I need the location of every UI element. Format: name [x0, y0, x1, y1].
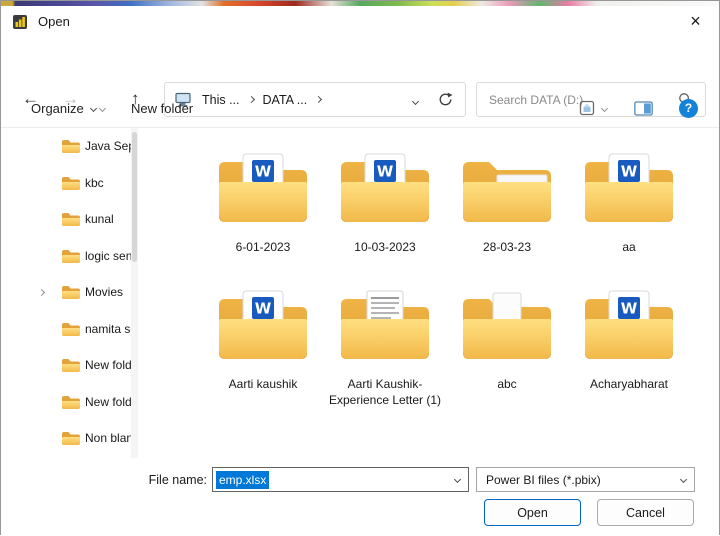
dialog-footer: File name: emp.xlsx Power BI files (*.pb…: [1, 458, 719, 536]
file-name-input[interactable]: emp.xlsx: [212, 467, 469, 492]
file-list: 6-01-2023 10-03-2023 28-03-23 aa Aarti k…: [138, 128, 711, 458]
file-tile-28-03-23[interactable]: 28-03-23: [446, 150, 568, 287]
new-folder-label: New folder: [131, 101, 193, 116]
cancel-button[interactable]: Cancel: [597, 499, 694, 526]
folder-icon: [459, 287, 555, 367]
command-toolbar: Organize New folder ?: [1, 89, 719, 128]
folder-icon: [61, 321, 81, 337]
folder-icon: [61, 357, 81, 373]
folder-icon: [337, 287, 433, 367]
chevron-down-icon: [90, 104, 97, 111]
folder-icon: [61, 138, 81, 154]
thumbnail-view-icon: [579, 100, 595, 116]
chevron-down-icon: [453, 476, 460, 483]
folder-icon: [61, 175, 81, 191]
open-button[interactable]: Open: [484, 499, 581, 526]
help-button[interactable]: ?: [679, 89, 698, 127]
app-icon: [12, 14, 28, 30]
folder-icon: [61, 394, 81, 410]
expand-chevron-icon[interactable]: [38, 289, 45, 296]
file-type-dropdown-button[interactable]: [672, 477, 694, 482]
sidebar-item-kbc[interactable]: kbc: [1, 165, 132, 202]
organize-button[interactable]: Organize: [31, 89, 96, 127]
file-type-value: Power BI files (*.pbix): [486, 473, 601, 487]
file-tile-acharyabharat[interactable]: Acharyabharat: [568, 287, 690, 424]
file-name-label: File name:: [141, 468, 207, 493]
new-folder-button[interactable]: New folder: [131, 89, 193, 127]
file-type-select[interactable]: Power BI files (*.pbix): [476, 467, 695, 492]
view-options-button[interactable]: [579, 89, 607, 127]
folder-icon: [61, 211, 81, 227]
sidebar-item-movies[interactable]: Movies: [1, 274, 132, 311]
folder-icon: [337, 150, 433, 230]
sidebar-item-namita-set-2[interactable]: namita set 2: [1, 311, 132, 348]
file-tile-10-03-2023[interactable]: 10-03-2023: [324, 150, 446, 287]
open-dialog: Open × ← → ↑ This ... DATA ... Search DA…: [0, 0, 720, 535]
titlebar[interactable]: Open ×: [1, 6, 719, 37]
chevron-down-icon: [679, 476, 686, 483]
folder-tree: Java Sepetemb kbc kunal logic sendbac Mo…: [1, 128, 132, 458]
window-title: Open: [38, 14, 70, 29]
folder-icon: [61, 430, 81, 446]
folder-icon: [61, 248, 81, 264]
folder-icon: [215, 287, 311, 367]
file-tile-aarti-kaushik[interactable]: Aarti kaushik: [202, 287, 324, 424]
sidebar-item-non-blank-ce[interactable]: Non blank ce: [1, 420, 132, 457]
folder-icon: [581, 150, 677, 230]
sidebar-item-logic-sendbac[interactable]: logic sendbac: [1, 238, 132, 275]
file-name-value: emp.xlsx: [216, 471, 269, 489]
sidebar-scrollbar[interactable]: [131, 128, 138, 458]
scrollbar-thumb[interactable]: [132, 132, 137, 262]
close-button[interactable]: ×: [673, 6, 718, 37]
file-tile-aa[interactable]: aa: [568, 150, 690, 287]
file-name-dropdown-button[interactable]: [446, 477, 468, 482]
navigation-bar: ← → ↑ This ... DATA ... Search DATA (D:): [1, 37, 719, 89]
file-tile-aarti-kaushik-experience-letter[interactable]: Aarti Kaushik-Experience Letter (1): [324, 287, 446, 424]
folder-icon: [459, 150, 555, 230]
folder-icon: [215, 150, 311, 230]
file-tile-abc[interactable]: abc: [446, 287, 568, 424]
sidebar-item-new-folder[interactable]: New folder: [1, 347, 132, 384]
chevron-down-icon: [601, 104, 608, 111]
folder-icon: [61, 284, 81, 300]
file-tile-6-01-2023[interactable]: 6-01-2023: [202, 150, 324, 287]
preview-pane-icon: [634, 101, 653, 116]
sidebar-item-java-sepetember[interactable]: Java Sepetemb: [1, 128, 132, 165]
organize-label: Organize: [31, 101, 84, 116]
preview-pane-button[interactable]: [634, 89, 653, 127]
sidebar-item-kunal[interactable]: kunal: [1, 201, 132, 238]
help-icon: ?: [679, 99, 698, 118]
sidebar-item-new-folder-2[interactable]: New folder (2: [1, 384, 132, 421]
folder-icon: [581, 287, 677, 367]
